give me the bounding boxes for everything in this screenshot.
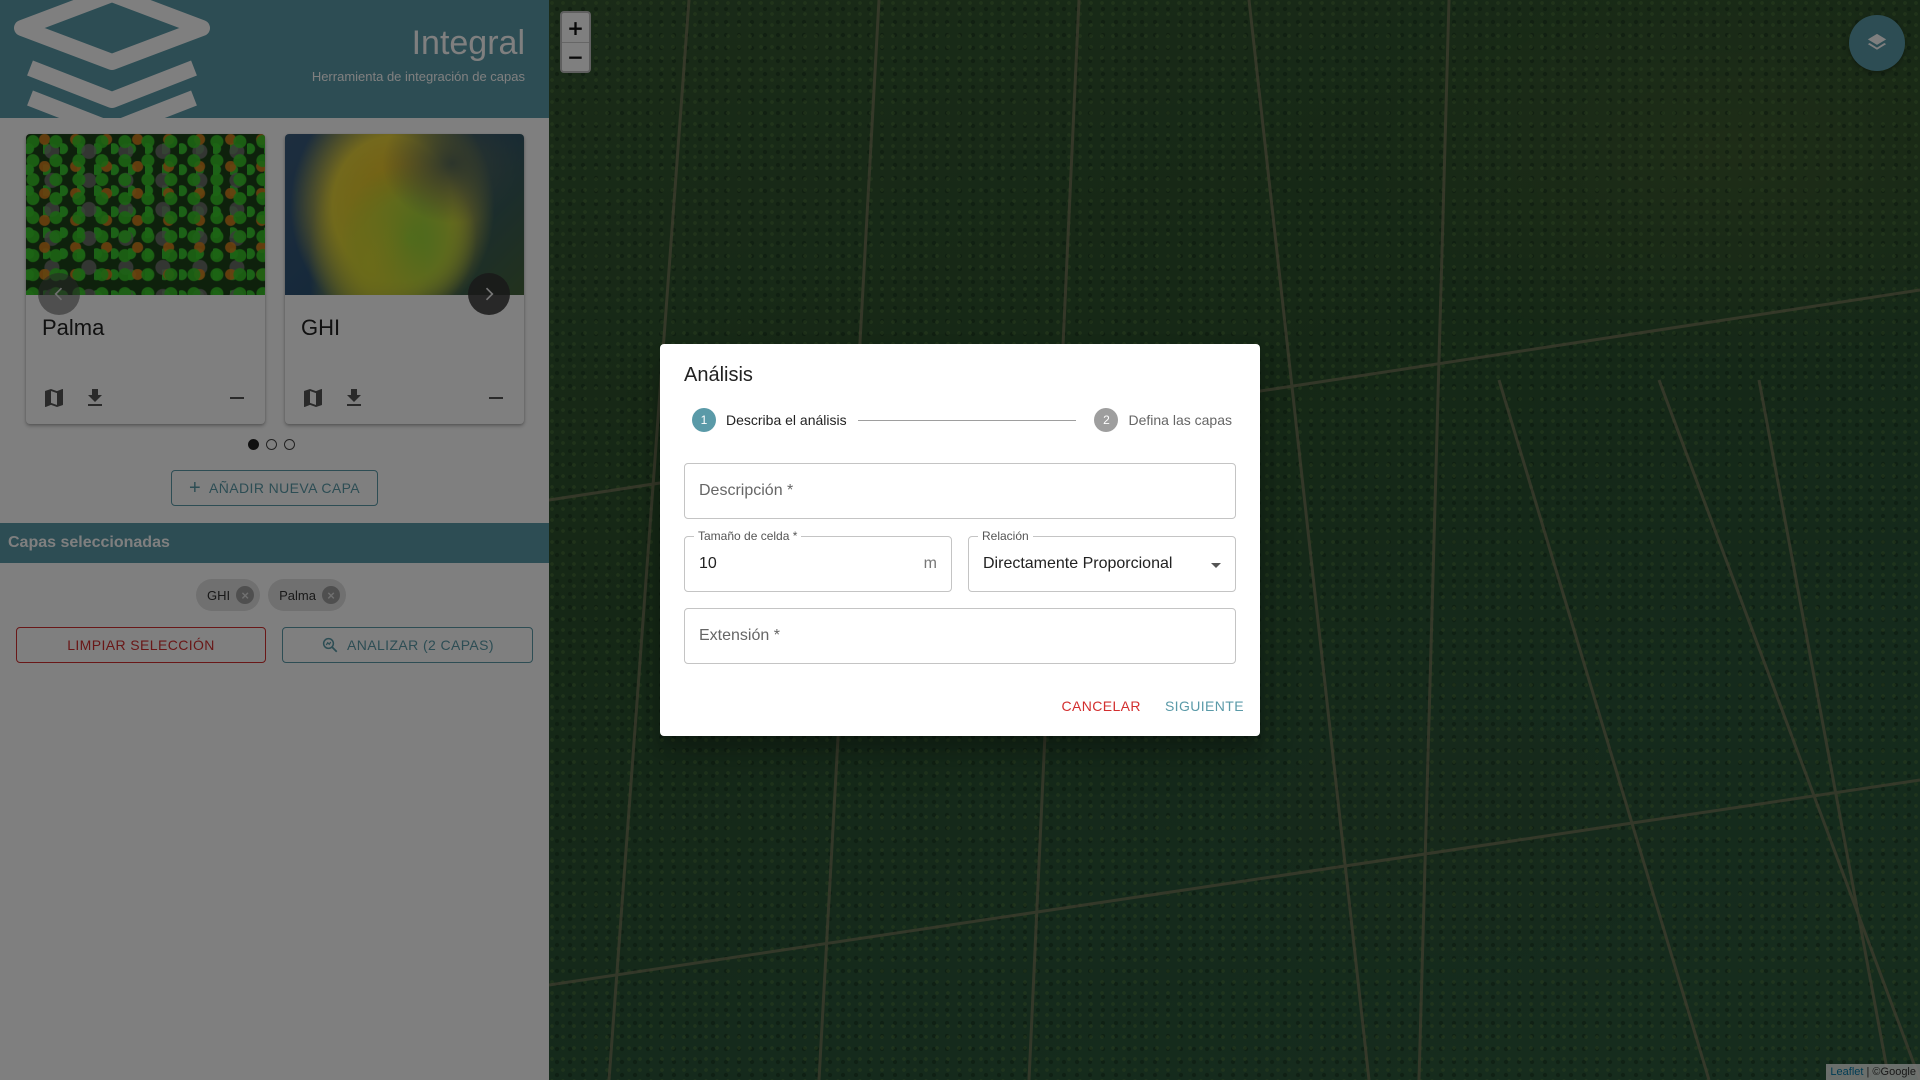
dialog-title: Análisis xyxy=(684,364,753,386)
step-number: 1 xyxy=(692,408,716,432)
description-field[interactable]: Descripción * xyxy=(684,463,1236,519)
relation-label: Relación xyxy=(978,529,1033,543)
step-label: Defina las capas xyxy=(1128,412,1232,428)
relation-select[interactable]: Relación Directamente Proporcional xyxy=(968,529,1236,592)
step-define-layers: 2 Defina las capas xyxy=(1094,408,1232,432)
stepper: 1 Describa el análisis 2 Defina las capa… xyxy=(692,408,1232,432)
cell-size-unit: m xyxy=(923,555,937,572)
extent-label: Extensión * xyxy=(699,627,780,644)
cell-size-label: Tamaño de celda * xyxy=(694,529,802,543)
description-label: Descripción * xyxy=(699,482,794,499)
cancel-button[interactable]: CANCELAR xyxy=(1061,692,1140,720)
dropdown-caret-icon xyxy=(1211,563,1221,568)
step-label: Describa el análisis xyxy=(726,412,847,428)
cell-size-value: 10 xyxy=(699,555,717,572)
step-connector xyxy=(858,420,1076,421)
next-button[interactable]: SIGUIENTE xyxy=(1165,692,1244,720)
step-describe: 1 Describa el análisis xyxy=(692,408,847,432)
analysis-dialog: Análisis 1 Describa el análisis 2 Defina… xyxy=(660,344,1260,736)
extent-field[interactable]: Extensión * xyxy=(684,608,1236,664)
cell-size-field[interactable]: Tamaño de celda * 10 m xyxy=(684,529,952,592)
step-number: 2 xyxy=(1094,408,1119,432)
dialog-actions: CANCELAR SIGUIENTE xyxy=(1061,692,1244,720)
relation-value: Directamente Proporcional xyxy=(983,555,1173,572)
